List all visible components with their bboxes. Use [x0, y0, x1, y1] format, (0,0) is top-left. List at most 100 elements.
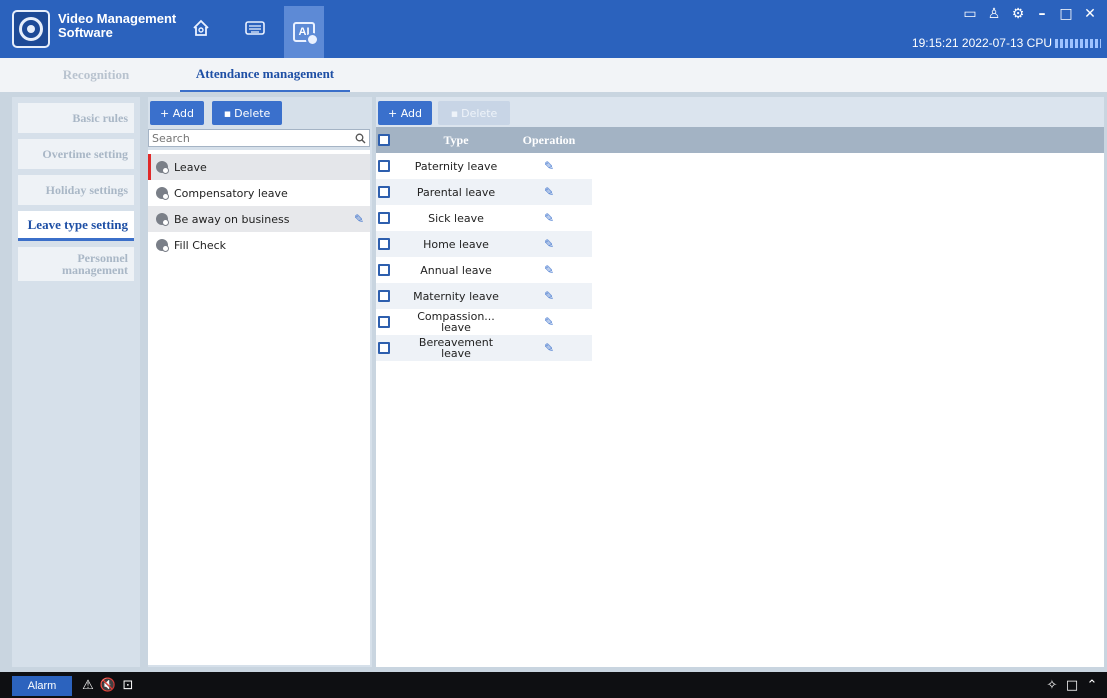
alarm-button[interactable]: Alarm [12, 676, 72, 696]
edit-row-button[interactable]: ✎ [506, 335, 592, 361]
edit-pencil-icon: ✎ [543, 341, 555, 355]
type-add-button[interactable]: + Add [378, 101, 432, 125]
checkbox-box [378, 342, 390, 354]
screen-icon[interactable]: ▭ [963, 6, 977, 22]
row-type: Sick leave [428, 211, 484, 225]
app-title: Video Management Software [58, 12, 178, 40]
leave-category-panel: + Add ▪ Delete Leave Compensatory leave … [148, 97, 372, 667]
search-icon[interactable] [352, 130, 368, 146]
checkbox-box [378, 134, 390, 146]
settings-icon[interactable]: ⚙ [1011, 6, 1025, 22]
table-row: Paternity leave ✎ [376, 153, 592, 179]
trash-icon: ▪ [450, 106, 459, 120]
camera-lens-icon [12, 10, 50, 48]
row-checkbox[interactable] [376, 257, 392, 283]
row-checkbox[interactable] [376, 153, 392, 179]
edit-row-button[interactable]: ✎ [506, 205, 592, 231]
sidebar-item-overtime-setting[interactable]: Overtime setting [18, 139, 134, 169]
select-all-checkbox[interactable] [376, 127, 392, 153]
close-icon[interactable]: ✕ [1083, 6, 1097, 22]
sidebar-item-leave-type-setting[interactable]: Leave type setting [18, 211, 134, 241]
edit-row-button[interactable]: ✎ [506, 257, 592, 283]
mute-icon[interactable]: 🔇 [100, 676, 116, 694]
user-icon[interactable]: ♙ [987, 6, 1001, 22]
trash-icon: ▪ [223, 106, 232, 120]
table-row: Parental leave ✎ [376, 179, 592, 205]
maximize-icon[interactable]: □ [1059, 6, 1073, 22]
column-header-operation: Operation [522, 132, 576, 147]
ai-settings-icon: AI [293, 22, 319, 46]
row-checkbox[interactable] [376, 309, 392, 335]
window-controls: ▭ ♙ ⚙ – □ ✕ [963, 6, 1097, 22]
table-row: Home leave ✎ [376, 231, 592, 257]
row-type: Paternity leave [414, 159, 498, 173]
leave-type-panel: + Add ▪ Delete Type Operation Paternity … [376, 97, 1104, 667]
table-row: Maternity leave ✎ [376, 283, 592, 309]
list-item-be-away-on-business[interactable]: Be away on business ✎ [148, 206, 370, 232]
keyboard-button[interactable] [240, 13, 270, 43]
ai-settings-button[interactable]: AI [284, 6, 324, 58]
edit-row-button[interactable]: ✎ [506, 153, 592, 179]
home-icon [193, 19, 209, 36]
expand-up-icon[interactable]: ⌃ [1084, 676, 1100, 694]
sidebar-item-holiday-settings[interactable]: Holiday settings [18, 175, 134, 205]
home-button[interactable] [186, 13, 216, 43]
list-item-compensatory-leave[interactable]: Compensatory leave [148, 180, 370, 206]
row-type: Bereavement leave [418, 336, 494, 360]
row-checkbox[interactable] [376, 179, 392, 205]
cpu-usage-bar [1055, 38, 1101, 48]
category-add-label: + Add [159, 106, 194, 120]
keyboard-icon [245, 21, 265, 35]
title-bar: Video Management Software AI ▭ ♙ ⚙ – □ ✕… [0, 0, 1107, 58]
edit-pencil-icon: ✎ [543, 263, 555, 277]
edit-row-button[interactable]: ✎ [506, 309, 592, 335]
edit-row-button[interactable]: ✎ [506, 179, 592, 205]
table-row: Compassion... leave ✎ [376, 309, 592, 335]
row-type: Annual leave [420, 263, 492, 277]
checkbox-box [378, 290, 390, 302]
edit-row-button[interactable]: ✎ [506, 231, 592, 257]
leave-category-icon [156, 239, 169, 252]
row-checkbox[interactable] [376, 283, 392, 309]
leave-category-icon [156, 213, 169, 226]
row-type: Compassion... leave [417, 310, 495, 334]
list-item-label: Be away on business [174, 212, 290, 226]
type-delete-label: Delete [461, 106, 498, 120]
edit-pencil-icon[interactable]: ✎ [354, 212, 364, 226]
search-input[interactable] [148, 129, 370, 147]
checkbox-box [378, 264, 390, 276]
window-icon[interactable]: □ [1064, 676, 1080, 694]
row-type: Maternity leave [413, 289, 499, 303]
leave-category-list: Leave Compensatory leave Be away on busi… [148, 150, 370, 665]
tabs-bar: Recognition Attendance management [0, 58, 1107, 92]
list-item-label: Leave [174, 160, 207, 174]
list-item-leave[interactable]: Leave [148, 154, 370, 180]
checkbox-box [378, 238, 390, 250]
tab-attendance-management[interactable]: Attendance management [180, 58, 350, 92]
checkbox-box [378, 212, 390, 224]
minimize-icon[interactable]: – [1035, 6, 1049, 22]
edit-pencil-icon: ✎ [543, 159, 555, 173]
edit-pencil-icon: ✎ [543, 237, 555, 251]
status-text: 19:15:21 2022-07-13 CPU [911, 36, 1052, 50]
list-item-label: Fill Check [174, 238, 227, 252]
tab-recognition[interactable]: Recognition [36, 58, 156, 92]
checkbox-box [378, 316, 390, 328]
row-checkbox[interactable] [376, 335, 392, 361]
leave-type-table: Type Operation Paternity leave ✎ Parenta… [376, 127, 1104, 667]
type-add-label: + Add [387, 106, 422, 120]
alarm-bell-icon[interactable]: ⚠ [80, 676, 96, 694]
pin-icon[interactable]: ✧ [1044, 676, 1060, 694]
leave-category-icon [156, 187, 169, 200]
sidebar-item-personnel-management[interactable]: Personnel management [18, 247, 134, 281]
row-checkbox[interactable] [376, 205, 392, 231]
screenshot-icon[interactable]: ⊡ [120, 676, 136, 694]
row-checkbox[interactable] [376, 231, 392, 257]
list-item-fill-check[interactable]: Fill Check [148, 232, 370, 258]
sidebar-item-basic-rules[interactable]: Basic rules [18, 103, 134, 133]
category-add-button[interactable]: + Add [150, 101, 204, 125]
edit-row-button[interactable]: ✎ [506, 283, 592, 309]
type-delete-button[interactable]: ▪ Delete [438, 101, 510, 125]
category-delete-button[interactable]: ▪ Delete [212, 101, 282, 125]
column-header-type: Type [443, 132, 469, 147]
